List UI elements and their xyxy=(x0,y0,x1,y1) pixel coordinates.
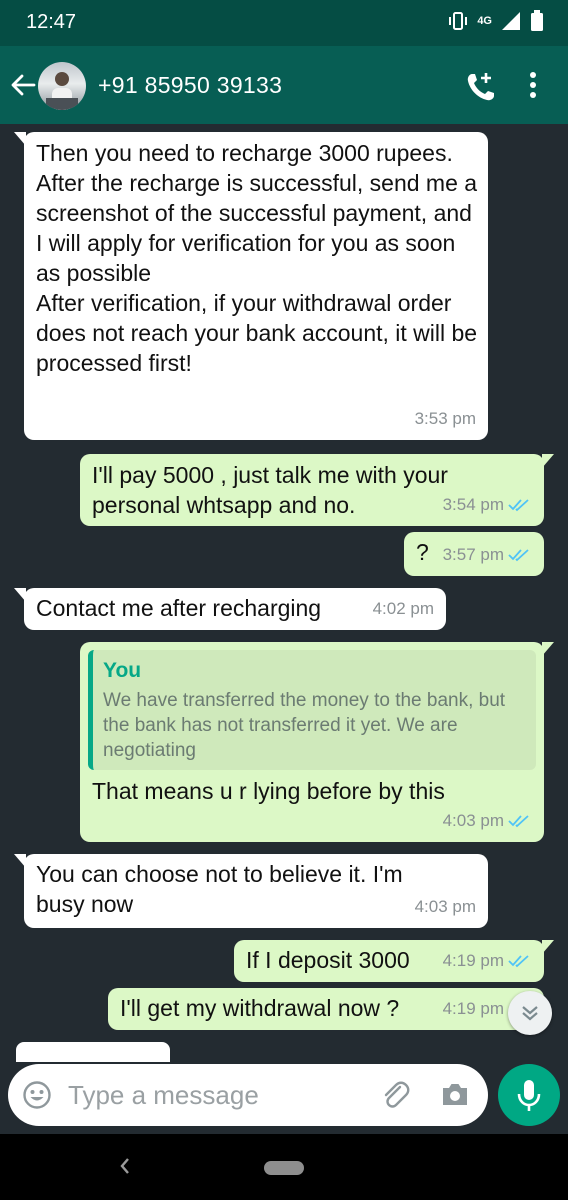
message-meta: 3:53 pm xyxy=(415,404,476,434)
system-home-pill[interactable] xyxy=(264,1161,304,1175)
avatar[interactable] xyxy=(38,62,86,110)
system-back-button[interactable] xyxy=(118,1156,132,1181)
message-time: 3:54 pm xyxy=(442,495,504,514)
network-type: 4G xyxy=(477,14,492,27)
message-bubble[interactable]: Contact me after recharging 4:02 pm xyxy=(14,588,446,630)
message-meta: 4:19 pm xyxy=(443,994,504,1024)
message-bubble[interactable]: You can choose not to believe it. I'm bu… xyxy=(14,854,488,928)
menu-button[interactable] xyxy=(528,70,538,105)
message-bubble-partial xyxy=(16,1042,170,1062)
quoted-message[interactable]: You We have transferred the money to the… xyxy=(88,650,536,770)
quoted-text: We have transferred the money to the ban… xyxy=(103,690,506,761)
message-time: 4:19 pm xyxy=(442,951,504,970)
double-chevron-down-icon xyxy=(522,1006,538,1021)
message-bubble[interactable]: Then you need to recharge 3000 rupees. A… xyxy=(14,132,488,440)
message-time: 3:53 pm xyxy=(414,409,476,428)
status-bar: 12:47 4G xyxy=(0,0,568,46)
system-nav-bar xyxy=(0,1134,568,1200)
message-text: Contact me after recharging xyxy=(36,595,322,621)
message-bubble[interactable]: I'll pay 5000 , just talk me with your p… xyxy=(80,454,554,526)
back-button[interactable] xyxy=(10,72,36,103)
message-meta: 4:03 pm xyxy=(415,892,476,922)
double-check-icon xyxy=(508,549,529,562)
add-call-button[interactable] xyxy=(464,70,498,109)
message-text: I'll get my withdrawal now ? xyxy=(120,995,400,1021)
scroll-to-bottom-button[interactable] xyxy=(508,991,552,1035)
vibrate-icon xyxy=(449,12,468,30)
add-call-icon xyxy=(467,73,494,101)
message-time: 4:02 pm xyxy=(372,599,434,618)
message-input[interactable]: Type a message xyxy=(68,1080,259,1111)
message-text: That means u r lying before by this xyxy=(92,778,445,804)
emoji-button[interactable] xyxy=(22,1080,52,1115)
message-meta: 4:02 pm xyxy=(373,594,434,624)
message-bubble[interactable]: ? 3:57 pm xyxy=(404,532,544,576)
message-bubble[interactable]: If I deposit 3000 4:19 pm xyxy=(234,940,554,982)
battery-icon xyxy=(531,10,543,31)
chat-header: +91 85950 39133 xyxy=(0,46,568,124)
double-check-icon xyxy=(508,815,529,828)
more-vert-icon xyxy=(530,72,536,98)
double-check-icon xyxy=(508,499,529,512)
mic-icon xyxy=(517,1080,541,1111)
double-check-icon xyxy=(508,955,529,968)
message-input-bar[interactable]: Type a message xyxy=(8,1064,488,1126)
camera-icon xyxy=(443,1084,467,1105)
message-time: 4:03 pm xyxy=(442,811,504,830)
message-meta: 4:03 pm xyxy=(443,806,532,836)
clock: 12:47 xyxy=(26,11,77,33)
attach-button[interactable] xyxy=(380,1079,410,1116)
paperclip-icon xyxy=(384,1081,410,1108)
message-meta: 3:54 pm xyxy=(443,490,532,520)
message-time: 3:57 pm xyxy=(442,545,504,564)
emoji-icon xyxy=(23,1081,51,1109)
quoted-author: You xyxy=(103,659,142,682)
message-bubble[interactable]: You We have transferred the money to the… xyxy=(80,642,554,842)
message-bubble[interactable]: I'll get my withdrawal now ? 4:19 pm xyxy=(108,988,544,1030)
message-text: If I deposit 3000 xyxy=(246,947,410,973)
message-time: 4:19 pm xyxy=(442,999,504,1018)
chat-area[interactable]: Then you need to recharge 3000 rupees. A… xyxy=(0,124,568,1052)
status-icons: 4G xyxy=(447,10,544,32)
message-text: You can choose not to believe it. I'm bu… xyxy=(36,861,403,917)
signal-icon xyxy=(502,12,520,30)
voice-message-button[interactable] xyxy=(498,1064,560,1126)
contact-name[interactable]: +91 85950 39133 xyxy=(98,72,282,99)
message-time: 4:03 pm xyxy=(414,897,476,916)
arrow-left-icon xyxy=(11,74,36,96)
camera-button[interactable] xyxy=(440,1080,470,1113)
message-text: I'll pay 5000 , just talk me with your p… xyxy=(92,462,448,518)
chevron-left-icon xyxy=(120,1158,129,1174)
message-meta: 3:57 pm xyxy=(443,540,532,570)
message-text: ? xyxy=(416,539,429,565)
message-meta: 4:19 pm xyxy=(443,946,532,976)
message-text: Then you need to recharge 3000 rupees. A… xyxy=(36,140,478,376)
